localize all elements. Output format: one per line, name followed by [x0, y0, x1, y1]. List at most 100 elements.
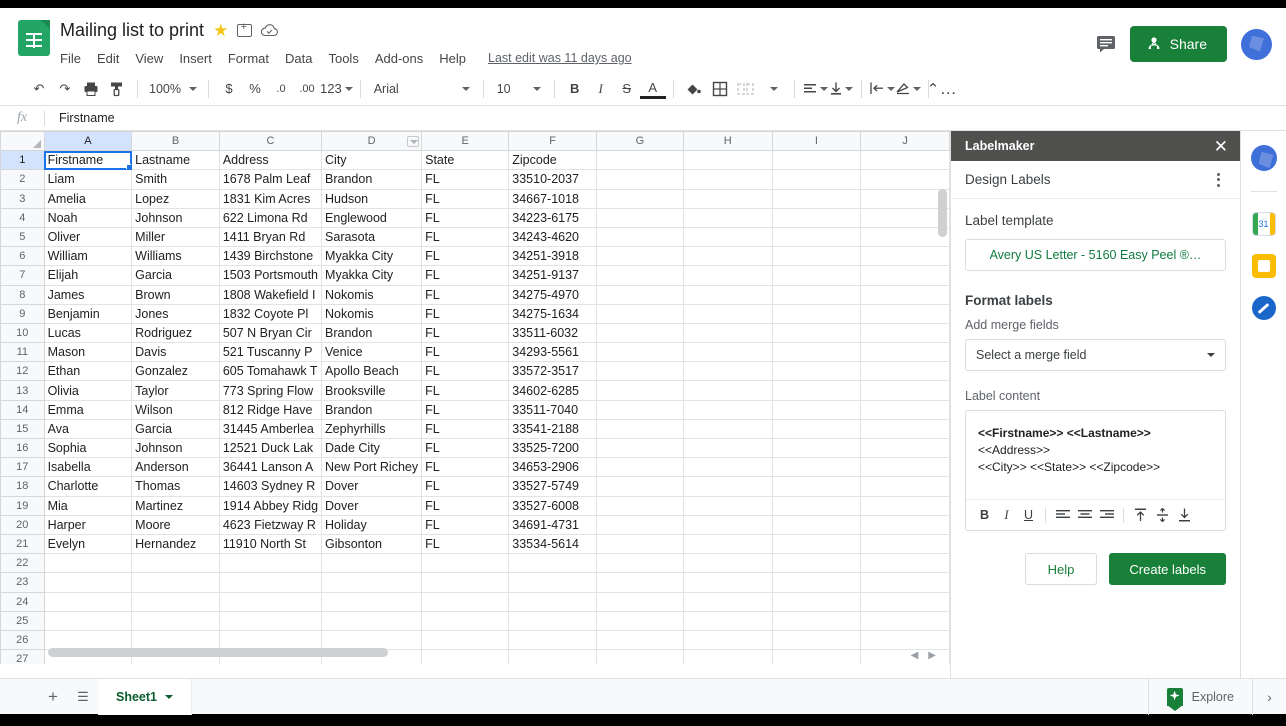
cell-H19[interactable]: [682, 495, 773, 516]
cell-A21[interactable]: Evelyn: [43, 533, 133, 555]
row-header-18[interactable]: 18: [0, 476, 45, 497]
cell-A2[interactable]: Liam: [43, 169, 133, 190]
cell-F6[interactable]: 34251-3918: [508, 246, 598, 267]
cell-C12[interactable]: 605 Tomahawk T: [218, 361, 323, 382]
cell-D5[interactable]: Sarasota: [321, 226, 423, 248]
row-header-7[interactable]: 7: [0, 265, 45, 286]
cell-C7[interactable]: 1503 Portsmouth: [218, 265, 323, 286]
cell-G19[interactable]: [596, 495, 684, 516]
cell-E1[interactable]: State: [421, 150, 510, 171]
undo-button[interactable]: ↶: [26, 76, 52, 102]
cell-C2[interactable]: 1678 Palm Leaf: [218, 169, 323, 190]
cell-C24[interactable]: [218, 591, 323, 612]
cell-A17[interactable]: Isabella: [43, 457, 133, 478]
cell-F25[interactable]: [508, 610, 598, 631]
cell-D3[interactable]: Hudson: [321, 188, 423, 209]
cell-A4[interactable]: Noah: [43, 207, 133, 228]
cell-E18[interactable]: FL: [421, 476, 510, 497]
strikethrough-button[interactable]: S: [614, 76, 640, 102]
menu-insert[interactable]: Insert: [179, 51, 212, 66]
spreadsheet-grid[interactable]: A B C D E F G H I J 1 Firstname Lastname Address City S…: [0, 131, 950, 678]
cell-E9[interactable]: FL: [421, 303, 510, 324]
cell-C9[interactable]: 1832 Coyote Pl: [218, 303, 323, 324]
cell-I25[interactable]: [771, 610, 862, 631]
cell-B22[interactable]: [131, 553, 220, 574]
cell-H1[interactable]: [682, 150, 773, 171]
percent-format-button[interactable]: %: [242, 76, 268, 102]
cell-G25[interactable]: [596, 610, 684, 631]
cell-B5[interactable]: Miller: [131, 226, 220, 248]
cell-A8[interactable]: James: [43, 284, 133, 305]
cell-C15[interactable]: 31445 Amberlea: [218, 418, 323, 440]
cell-H9[interactable]: [682, 303, 773, 324]
font-size-selector[interactable]: 10: [491, 76, 547, 102]
cell-H22[interactable]: [682, 553, 773, 574]
cell-E10[interactable]: FL: [421, 322, 510, 344]
bold-button[interactable]: B: [562, 76, 588, 102]
cell-E12[interactable]: FL: [421, 361, 510, 382]
font-selector[interactable]: Arial: [368, 76, 476, 102]
help-button[interactable]: Help: [1024, 553, 1098, 585]
row-header-6[interactable]: 6: [0, 246, 45, 267]
column-header-c[interactable]: C: [218, 131, 323, 152]
italic-button[interactable]: I: [996, 505, 1017, 526]
cell-A24[interactable]: [43, 591, 133, 612]
cell-H4[interactable]: [682, 207, 773, 228]
cell-D22[interactable]: [321, 553, 423, 574]
cell-E13[interactable]: FL: [421, 380, 510, 401]
merge-dropdown[interactable]: [761, 76, 787, 102]
menu-help[interactable]: Help: [439, 51, 466, 66]
cell-A22[interactable]: [43, 553, 133, 574]
cell-B21[interactable]: Hernandez: [131, 533, 220, 555]
paint-format-icon[interactable]: [104, 76, 130, 102]
cell-B23[interactable]: [131, 572, 220, 593]
row-header-11[interactable]: 11: [0, 342, 45, 363]
cell-A14[interactable]: Emma: [43, 399, 133, 420]
cell-C3[interactable]: 1831 Kim Acres: [218, 188, 323, 209]
cell-G14[interactable]: [596, 399, 684, 420]
underline-button[interactable]: U: [1018, 505, 1039, 526]
cell-F24[interactable]: [508, 591, 598, 612]
cell-H21[interactable]: [682, 533, 773, 555]
cell-C8[interactable]: 1808 Wakefield I: [218, 284, 323, 305]
cell-C1[interactable]: Address: [218, 150, 323, 171]
number-format-selector[interactable]: 123: [320, 76, 353, 102]
cell-D16[interactable]: Dade City: [321, 437, 423, 459]
cell-I1[interactable]: [771, 150, 862, 171]
cell-B8[interactable]: Brown: [131, 284, 220, 305]
merge-cells-icon[interactable]: [733, 76, 759, 102]
cell-G24[interactable]: [596, 591, 684, 612]
column-filter-icon[interactable]: [407, 136, 420, 147]
cell-C21[interactable]: 11910 North St: [218, 533, 323, 555]
scroll-right-button[interactable]: ▶: [928, 650, 936, 661]
drive-status-icon[interactable]: [261, 23, 279, 37]
cell-C23[interactable]: [218, 572, 323, 593]
cell-H6[interactable]: [682, 246, 773, 267]
cell-A16[interactable]: Sophia: [43, 437, 133, 459]
row-header-26[interactable]: 26: [0, 629, 45, 651]
row-header-20[interactable]: 20: [0, 514, 45, 535]
cell-G18[interactable]: [596, 476, 684, 497]
cell-A25[interactable]: [43, 610, 133, 631]
cell-A1[interactable]: Firstname: [43, 150, 133, 171]
cell-G13[interactable]: [596, 380, 684, 401]
cell-D6[interactable]: Myakka City: [321, 246, 423, 267]
row-header-12[interactable]: 12: [0, 361, 45, 382]
close-icon[interactable]: ✕: [1214, 138, 1228, 155]
cell-B6[interactable]: Williams: [131, 246, 220, 267]
row-header-16[interactable]: 16: [0, 437, 45, 459]
cell-E8[interactable]: FL: [421, 284, 510, 305]
cell-G2[interactable]: [596, 169, 684, 190]
more-options-icon[interactable]: [1210, 171, 1226, 189]
vertical-align-icon[interactable]: [828, 76, 854, 102]
cell-F5[interactable]: 34243-4620: [508, 226, 598, 248]
cell-I18[interactable]: [771, 476, 862, 497]
row-header-9[interactable]: 9: [0, 303, 45, 324]
italic-button[interactable]: I: [588, 76, 614, 102]
cell-B9[interactable]: Jones: [131, 303, 220, 324]
cell-E21[interactable]: FL: [421, 533, 510, 555]
cell-F12[interactable]: 33572-3517: [508, 361, 598, 382]
column-header-f[interactable]: F: [508, 131, 598, 152]
cell-D14[interactable]: Brandon: [321, 399, 423, 420]
cell-D12[interactable]: Apollo Beach: [321, 361, 423, 382]
